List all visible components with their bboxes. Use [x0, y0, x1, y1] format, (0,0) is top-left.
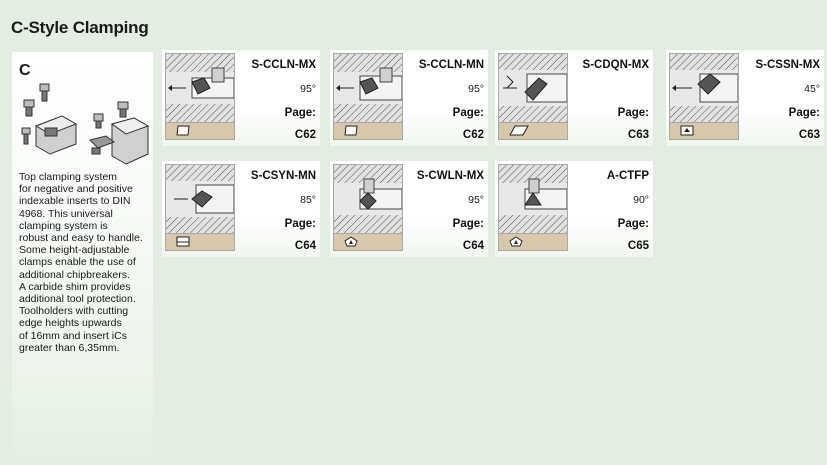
- toolholder-drawing: [333, 164, 403, 234]
- intro-line: clamping system is: [19, 219, 108, 232]
- approach-angle: 95°: [468, 194, 484, 206]
- approach-angle: 85°: [300, 194, 316, 206]
- toolholder-drawing: [498, 164, 568, 234]
- page-title: C-Style Clamping: [11, 18, 149, 37]
- intro-line: edge heights upwards: [19, 317, 122, 330]
- page-reference-link[interactable]: C64: [295, 240, 316, 252]
- intro-line: Top clamping system: [19, 171, 118, 183]
- toolholder-drawing: [165, 164, 235, 234]
- intro-panel: C Top clamping system for negative and p…: [12, 52, 153, 462]
- toolholder-card[interactable]: S-CSSN-MX 45° Page: C63: [666, 50, 824, 146]
- approach-angle: 95°: [300, 83, 316, 95]
- toolholder-drawing: [165, 53, 235, 123]
- page-label: Page:: [452, 218, 484, 230]
- square-insert-icon: [680, 125, 694, 136]
- toolholder-card[interactable]: A-CTFP 90° Page: C65: [495, 161, 653, 257]
- intro-line: Toolholders with cutting: [19, 305, 129, 318]
- rhombus-80-insert-icon: [344, 125, 358, 136]
- toolholder-card[interactable]: S-CWLN-MX 95° Page: C64: [330, 161, 488, 257]
- insert-shape-box: [498, 123, 568, 140]
- page-reference-link[interactable]: C63: [799, 129, 820, 141]
- insert-shape-box: [333, 234, 403, 251]
- insert-shape-box: [165, 123, 235, 140]
- toolholder-code: S-CWLN-MX: [416, 170, 484, 182]
- intro-line: for negative and positive: [19, 183, 133, 196]
- intro-description: Top clamping system for negative and pos…: [19, 171, 153, 354]
- page-reference-link[interactable]: C62: [295, 129, 316, 141]
- trigon-insert-icon: [344, 236, 358, 247]
- toolholder-code: A-CTFP: [606, 170, 649, 182]
- page-reference-link[interactable]: C65: [628, 240, 649, 252]
- toolholder-card[interactable]: S-CDQN-MX Page: C63: [495, 50, 653, 146]
- intro-line: 4968. This universal: [19, 207, 113, 220]
- toolholder-code: S-CCLN-MN: [418, 59, 484, 71]
- rhombus-80-insert-icon: [176, 125, 190, 136]
- toolholder-code: S-CSYN-MN: [250, 170, 316, 182]
- page-reference-link[interactable]: C64: [463, 240, 484, 252]
- rhombus-55-insert-icon: [509, 125, 529, 136]
- toolholder-card[interactable]: S-CCLN-MN 95° Page: C62: [330, 50, 488, 146]
- page-label: Page:: [617, 218, 649, 230]
- insert-shape-box: [333, 123, 403, 140]
- intro-line: robust and easy to handle.: [19, 232, 143, 245]
- intro-line: indexable inserts to DIN: [19, 195, 131, 208]
- toolholder-code: S-CCLN-MX: [251, 59, 316, 71]
- intro-line: A carbide shim provides: [19, 280, 131, 293]
- approach-angle: 90°: [633, 194, 649, 206]
- intro-line: Some height-adjustable: [19, 244, 130, 257]
- page-label: Page:: [284, 107, 316, 119]
- intro-line: of 16mm and insert iCs: [19, 329, 127, 342]
- toolholder-drawing: [333, 53, 403, 123]
- toolholder-card[interactable]: S-CSYN-MN 85° Page: C64: [162, 161, 320, 257]
- page-reference-link[interactable]: C63: [628, 129, 649, 141]
- toolholder-code: S-CDQN-MX: [582, 59, 649, 71]
- toolholder-drawing: [669, 53, 739, 123]
- intro-line: greater than 6,35mm.: [19, 341, 120, 354]
- square-insert-icon: [176, 236, 190, 247]
- insert-shape-box: [669, 123, 739, 140]
- toolholder-drawing: [498, 53, 568, 123]
- triangle-insert-icon: [509, 236, 523, 247]
- page-label: Page:: [788, 107, 820, 119]
- intro-line: clamps enable the use of: [19, 256, 136, 269]
- page-label: Page:: [452, 107, 484, 119]
- intro-line: additional chipbreakers.: [19, 268, 130, 281]
- page-reference-link[interactable]: C62: [463, 129, 484, 141]
- approach-angle: 45°: [804, 83, 820, 95]
- system-letter: C: [19, 62, 31, 79]
- toolholder-code: S-CSSN-MX: [755, 59, 820, 71]
- intro-line: additional tool protection.: [19, 293, 136, 306]
- page-label: Page:: [284, 218, 316, 230]
- page-label: Page:: [617, 107, 649, 119]
- toolholder-card[interactable]: S-CCLN-MX 95° Page: C62: [162, 50, 320, 146]
- clamp-system-illustration: [21, 83, 150, 165]
- catalog-page: C-Style Clamping C Top clamping system f…: [0, 0, 827, 465]
- approach-angle: 95°: [468, 83, 484, 95]
- insert-shape-box: [498, 234, 568, 251]
- insert-shape-box: [165, 234, 235, 251]
